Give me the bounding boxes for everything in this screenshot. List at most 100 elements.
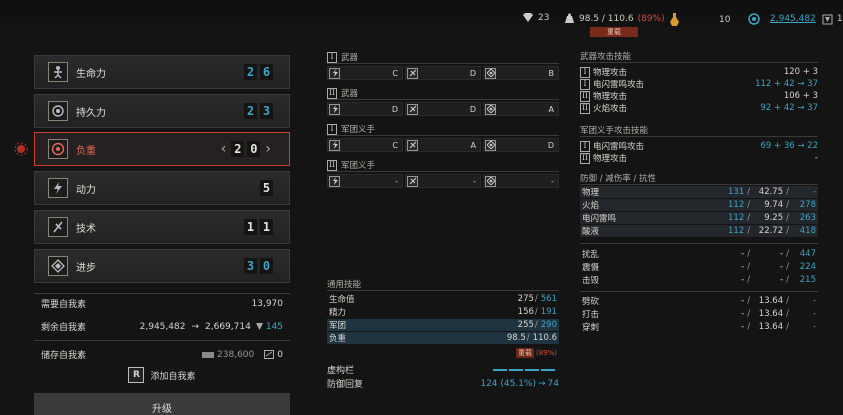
defense-label: 震慑 bbox=[582, 263, 600, 273]
scaling-grade: D bbox=[391, 104, 398, 114]
scaling-cell: D bbox=[405, 66, 481, 80]
rune-stored-extra: 0 bbox=[277, 349, 283, 360]
technique-icon bbox=[407, 103, 418, 115]
stat-max: 191 bbox=[540, 307, 557, 317]
attribute-name: 技术 bbox=[76, 223, 96, 235]
attack-label-group: I 物理攻击 bbox=[580, 66, 627, 78]
attribute-row-advance[interactable]: 进步 3 0 bbox=[34, 249, 290, 283]
defense-value-c: 224 bbox=[799, 262, 816, 272]
shield-gem-icon bbox=[822, 14, 833, 24]
defense-value-c: - bbox=[812, 187, 816, 197]
rune-remaining-row: 剩余自我素 2,945,482 → 2,669,714 145 bbox=[41, 320, 283, 334]
stat-label: 负重 bbox=[329, 334, 347, 344]
weapon-slot-label: 军团义手 bbox=[341, 125, 376, 135]
arrow-right-icon: → bbox=[191, 321, 199, 332]
weapon-attack-title: 武器攻击技能 bbox=[580, 52, 632, 62]
attribute-row-endurance[interactable]: 持久力 2 3 bbox=[34, 94, 290, 128]
defense-value-c: 215 bbox=[799, 275, 816, 285]
defense-label: 穿刺 bbox=[582, 323, 600, 333]
defense-value-a: - bbox=[741, 262, 745, 272]
stat-label: 军团 bbox=[329, 321, 347, 331]
level-up-button[interactable]: 升级 bbox=[34, 393, 290, 415]
rune-stored-row: 储存自我素 238,600 0 bbox=[41, 348, 283, 362]
defense-label: 劈砍 bbox=[582, 297, 600, 307]
attribute-digit: 1 bbox=[260, 219, 273, 235]
stat-current: 275 bbox=[517, 294, 534, 304]
weapon-slot-label: 军团义手 bbox=[341, 161, 376, 171]
defense-label: 火焰 bbox=[582, 201, 600, 211]
scaling-cell: D bbox=[483, 138, 559, 152]
overweight-badge: 重载 bbox=[590, 27, 638, 37]
weight-icon bbox=[565, 13, 574, 23]
flask-icon bbox=[670, 13, 679, 26]
vigor-icon bbox=[48, 62, 68, 82]
attribute-digit: 6 bbox=[260, 64, 273, 80]
slot-numeral: II bbox=[327, 159, 337, 171]
advance-icon bbox=[485, 175, 496, 187]
attribute-row-vigor[interactable]: 生命力 2 6 bbox=[34, 55, 290, 89]
scaling-cell: - bbox=[483, 174, 559, 188]
defense-values: 131/42.75/- bbox=[720, 187, 816, 197]
scaling-cell: C bbox=[327, 138, 403, 152]
slot-numeral: I bbox=[327, 51, 337, 63]
scaling-grade: D bbox=[469, 68, 476, 78]
scaling-grade: D bbox=[469, 104, 476, 114]
rune-need-label: 需要自我素 bbox=[41, 300, 87, 310]
defense-values: -/13.64/- bbox=[720, 296, 816, 306]
attack-row: II 物理攻击 106 + 3 bbox=[580, 90, 818, 102]
attack-value: - bbox=[814, 153, 818, 163]
attribute-name: 持久力 bbox=[76, 107, 106, 119]
rune-remaining-to: 2,669,714 bbox=[205, 321, 251, 332]
selection-marker-icon bbox=[14, 142, 28, 156]
weapon-scaling-header: I 军团义手 bbox=[327, 123, 375, 135]
shield-gem-icon bbox=[255, 323, 263, 330]
attribute-digit: 3 bbox=[244, 258, 257, 274]
scaling-cell: C bbox=[327, 66, 403, 80]
defense-value-a: 112 bbox=[728, 226, 745, 236]
attribute-digit: 2 bbox=[244, 103, 257, 119]
defense-value-a: - bbox=[741, 249, 745, 259]
flask-counter: 10 bbox=[670, 13, 730, 26]
increase-arrow-icon[interactable]: › bbox=[265, 141, 271, 157]
r-key-icon: R bbox=[128, 367, 145, 383]
defense-label: 打击 bbox=[582, 310, 600, 320]
attribute-name: 生命力 bbox=[76, 68, 106, 80]
motivity-icon bbox=[48, 178, 68, 198]
stat-max: 290 bbox=[540, 320, 557, 330]
defense-row: 劈砍 -/13.64/- bbox=[580, 295, 818, 307]
box-icon bbox=[264, 350, 275, 359]
attack-label: 物理攻击 bbox=[593, 68, 628, 78]
defense-row: 击毁 - / -/215 bbox=[580, 274, 818, 286]
defense-title: 防御 / 减伤率 / 抗性 bbox=[580, 174, 657, 184]
scaling-cell: A bbox=[405, 138, 481, 152]
defense-value-c: 278 bbox=[799, 200, 816, 210]
stat-current: 255 bbox=[517, 320, 534, 330]
attack-label: 火焰攻击 bbox=[593, 104, 628, 114]
motivity-icon bbox=[329, 139, 340, 151]
ergo-bar bbox=[493, 368, 555, 371]
equip-load-display: 98.5 / 110.6 (89%) bbox=[564, 13, 665, 24]
attack-row: I 电闪雷鸣攻击 69 + 36 → 22 bbox=[580, 140, 818, 152]
attribute-row-technique[interactable]: 技术 1 1 bbox=[34, 210, 290, 244]
weapon-scaling-header: II 武器 bbox=[327, 87, 358, 99]
attack-row: I 电闪雷鸣攻击 112 + 42 → 37 bbox=[580, 78, 818, 90]
attack-label-group: II 物理攻击 bbox=[580, 152, 627, 164]
top-status-bar: 23 98.5 / 110.6 (89%) 重载 10 2,945,482 19… bbox=[0, 0, 843, 40]
defense-value-a: 112 bbox=[728, 213, 745, 223]
defense-label: 电闪雷鸣 bbox=[582, 214, 617, 224]
add-rune-button[interactable]: R 添加自我素 bbox=[34, 366, 290, 384]
scaling-cell: A bbox=[483, 102, 559, 116]
decrease-arrow-icon[interactable]: ‹ bbox=[221, 141, 227, 157]
attribute-digit: 2 bbox=[244, 64, 257, 80]
attribute-row-motivity[interactable]: 动力 5 bbox=[34, 171, 290, 205]
rune-remaining-extra: 145 bbox=[265, 321, 283, 332]
attack-value: 112 + 42 → 37 bbox=[755, 79, 818, 89]
rune-pile-icon bbox=[202, 352, 215, 358]
scaling-grade: - bbox=[551, 176, 554, 186]
defense-values: 112/9.74/278 bbox=[720, 200, 816, 210]
attack-value: 106 + 3 bbox=[783, 91, 818, 101]
defense-value-b: 42.75 bbox=[758, 187, 784, 197]
attribute-row-load[interactable]: 负重 ‹ 2 0 › bbox=[34, 132, 290, 166]
scaling-grade: A bbox=[470, 140, 476, 150]
rune-need-value: 13,970 bbox=[251, 298, 284, 309]
